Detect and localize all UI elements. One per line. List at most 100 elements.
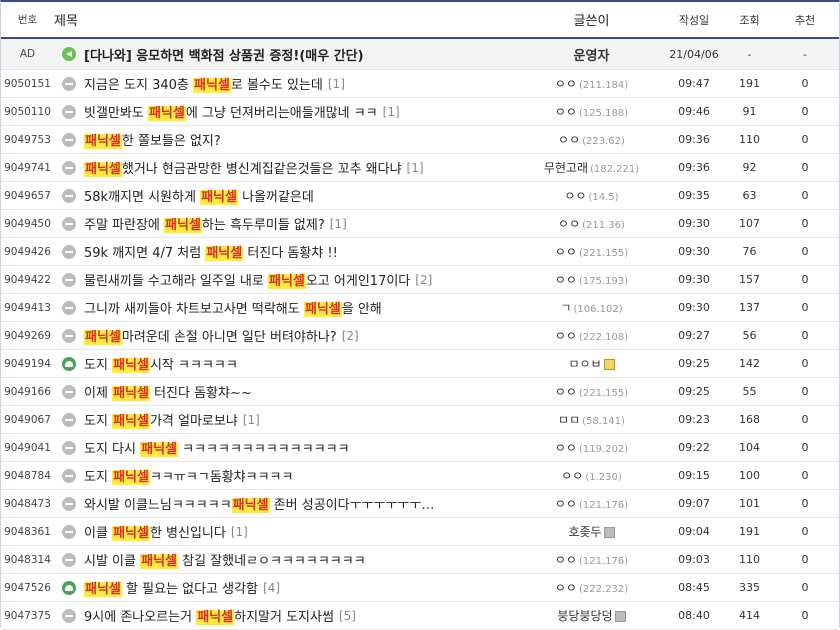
title-highlight: 패닉셀 <box>140 442 178 457</box>
table-row[interactable]: 9049166 이제 패닉셀 터진다 돔황챠~~ ㅇㅇ (221.155) 09:25 5… <box>1 377 839 406</box>
post-recommend: 0 <box>771 153 839 182</box>
writer-name[interactable]: ㅇㅇ <box>555 581 577 595</box>
writer-name[interactable]: ㅇㅇ <box>564 189 586 203</box>
post-date: 09:30 <box>660 265 728 294</box>
table-row[interactable]: 9049753 패닉셀한 쫄보들은 없지? ㅇㅇ (223.62) 09:36 110 0 <box>1 125 839 154</box>
comment-count[interactable]: [1] <box>407 161 424 175</box>
table-row[interactable]: 9049413 그니까 새끼들아 차트보고사면 떡락해도 패닉셀을 안해 ㄱ (106… <box>1 293 839 322</box>
comment-count[interactable]: [1] <box>231 525 248 539</box>
comment-count[interactable]: [1] <box>243 413 260 427</box>
table-row[interactable]: 9048784 도지 패닉셀ㅋㅋㅠㅋㄱ돔황챠ㅋㅋㅋㅋ ㅇㅇ (1.230) 09:15 1… <box>1 461 839 490</box>
post-views: 107 <box>728 209 771 238</box>
table-row[interactable]: 9047526 패닉셀 할 필요는 없다고 생각함 [4] ㅇㅇ (222.232) 08… <box>1 573 839 602</box>
table-row[interactable]: 9049269 패닉셀마려운데 손절 아니면 일단 버텨야하나? [2] ㅇㅇ (222… <box>1 321 839 350</box>
notice-title-link[interactable]: [다나와] 응모하면 백화점 상품권 증정!(매우 간단) <box>84 45 364 64</box>
notice-row[interactable]: AD [다나와] 응모하면 백화점 상품권 증정!(매우 간단) 운영자 21/… <box>1 38 839 70</box>
writer-name[interactable]: 붕당붕당덩 <box>557 609 612 623</box>
table-row[interactable]: 9049422 물린새끼들 수고해라 일주일 내로 패닉셀오고 어게인17이다 [2… <box>1 265 839 294</box>
table-row[interactable]: 9049041 도지 다시 패닉셀 ㅋㅋㅋㅋㅋㅋㅋㅋㅋㅋㅋㅋㅋㅋ ㅇㅇ (119.20… <box>1 433 839 462</box>
table-row[interactable]: 9048473 와시발 이클느님ㅋㅋㅋㅋㅋ패닉셀 존버 성공이다ㅜㅜㅜㅜㅜㅜ… ㅇㅇ… <box>1 489 839 518</box>
post-title-link[interactable]: 도지 패닉셀시작 ㅋㅋㅋㅋㅋ <box>84 354 238 373</box>
title-prefix: 이클 <box>84 526 113 541</box>
post-title-link[interactable]: 빗갤만봐도 패닉셀에 그냥 던져버리는애들개많네 ㅋㅋ <box>84 102 378 121</box>
writer-name[interactable]: ㅇㅇ <box>555 441 577 455</box>
writer-ip: (211.184) <box>578 80 629 91</box>
comment-count[interactable]: [2] <box>415 273 432 287</box>
post-recommend: 0 <box>771 237 839 266</box>
post-title-link[interactable]: 패닉셀 할 필요는 없다고 생각함 <box>84 578 258 597</box>
title-prefix: 도지 <box>84 358 113 373</box>
post-date: 09:30 <box>660 237 728 266</box>
post-title-link[interactable]: 패닉셀한 쫄보들은 없지? <box>84 130 221 149</box>
table-row[interactable]: 9048361 이클 패닉셀한 병신입니다 [1] 호좆두 09:04 191 0 <box>1 517 839 546</box>
writer-name[interactable]: ㅇㅇ <box>558 133 580 147</box>
post-views: 56 <box>728 321 771 350</box>
table-row[interactable]: 9050151 지금은 도지 340층 패닉셀로 볼수도 있는데 [1] ㅇㅇ (211… <box>1 69 839 98</box>
post-views: 142 <box>728 349 771 378</box>
writer-name[interactable]: ㅇㅇ <box>555 77 577 91</box>
post-num: 9049194 <box>1 349 54 378</box>
title-prefix: 9시에 존나오르는거 <box>84 610 197 625</box>
title-prefix: 시발 이클 <box>84 554 141 569</box>
table-row[interactable]: 9050110 빗갤만봐도 패닉셀에 그냥 던져버리는애들개많네 ㅋㅋ [1] ㅇㅇ(… <box>1 97 839 126</box>
writer-name[interactable]: ㅇㅇ <box>555 245 577 259</box>
comment-count[interactable]: [1] <box>330 217 347 231</box>
post-title-link[interactable]: 도지 패닉셀가격 얼마로보냐 <box>84 410 238 429</box>
post-title-link[interactable]: 주말 파란장에 패닉셀하는 흑두루미들 없제? <box>84 214 325 233</box>
post-title-link[interactable]: 그니까 새끼들아 차트보고사면 떡락해도 패닉셀을 안해 <box>84 298 382 317</box>
post-title-link[interactable]: 패닉셀마려운데 손절 아니면 일단 버텨야하나? <box>84 326 337 345</box>
table-row[interactable]: 9047375 9시에 존나오르는거 패닉셀하지말거 도지사썸 [5] 붕당붕당덩 08… <box>1 601 839 630</box>
writer-name[interactable]: 무현고래 <box>544 161 588 175</box>
writer-name[interactable]: ㄱ <box>560 301 571 315</box>
writer-name[interactable]: ㅁㅇㅂ <box>568 357 601 371</box>
writer-name[interactable]: ㅇㅇ <box>555 497 577 511</box>
writer-name[interactable]: ㅇㅇ <box>555 553 577 567</box>
post-title-link[interactable]: 이클 패닉셀한 병신입니다 <box>84 522 226 541</box>
header-views[interactable]: 조회 <box>728 2 771 39</box>
table-row[interactable]: 9049741 패닉셀했거나 현금관망한 병신계집같은것들은 꼬추 왜다냐 [1] 무… <box>1 153 839 182</box>
post-views: 76 <box>728 237 771 266</box>
post-title-link[interactable]: 도지 패닉셀ㅋㅋㅠㅋㄱ돔황챠ㅋㅋㅋㅋ <box>84 466 293 485</box>
chat-icon <box>62 328 76 343</box>
post-recommend: 0 <box>771 573 839 602</box>
writer-name[interactable]: ㅇㅇ <box>555 329 577 343</box>
comment-count[interactable]: [1] <box>383 105 400 119</box>
comment-count[interactable]: [4] <box>263 581 280 595</box>
post-recommend: 0 <box>771 293 839 322</box>
post-title-link[interactable]: 9시에 존나오르는거 패닉셀하지말거 도지사썸 <box>84 606 334 625</box>
comment-count[interactable]: [1] <box>328 77 345 91</box>
post-title-link[interactable]: 이제 패닉셀 터진다 돔황챠~~ <box>84 382 252 401</box>
post-title-link[interactable]: 58k깨지면 시원하게 패닉셀 나올꺼같은데 <box>84 186 314 205</box>
post-title-link[interactable]: 지금은 도지 340층 패닉셀로 볼수도 있는데 <box>84 74 323 93</box>
post-list-board: 번호 제목 글쓴이 작성일 조회 추천 AD [다나와] 응모하면 백화점 상품… <box>0 0 840 630</box>
table-row[interactable]: 9049067 도지 패닉셀가격 얼마로보냐 [1] ㅁㅁ (58.141) 09:23 1… <box>1 405 839 434</box>
post-title-link[interactable]: 시발 이클 패닉셀 참길 잘했네ㄹㅇㅋㅋㅋㅋㅋㅋㅋㅋ <box>84 550 366 569</box>
header-recommend[interactable]: 추천 <box>771 2 839 39</box>
comment-count[interactable]: [5] <box>339 609 356 623</box>
table-row[interactable]: 9049657 58k깨지면 시원하게 패닉셀 나올꺼같은데 ㅇㅇ (14.5) 09:… <box>1 181 839 210</box>
writer-name[interactable]: ㅁㅁ <box>558 413 580 427</box>
title-prefix: 빗갤만봐도 <box>84 106 148 121</box>
post-views: 63 <box>728 181 771 210</box>
post-date: 09:30 <box>660 293 728 322</box>
table-row[interactable]: 9049450 주말 파란장에 패닉셀하는 흑두루미들 없제? [1] ㅇㅇ (211.… <box>1 209 839 238</box>
post-title-link[interactable]: 와시발 이클느님ㅋㅋㅋㅋㅋ패닉셀 존버 성공이다ㅜㅜㅜㅜㅜㅜ… <box>84 494 434 513</box>
table-row[interactable]: 9049426 59k 깨지면 4/7 처럼 패닉셀 터진다 돔황챠 !! ㅇㅇ (2… <box>1 237 839 266</box>
notice-writer[interactable]: 운영자 <box>574 49 610 64</box>
writer-name[interactable]: ㅇㅇ <box>561 469 583 483</box>
post-title-link[interactable]: 패닉셀했거나 현금관망한 병신계집같은것들은 꼬추 왜다냐 <box>84 158 402 177</box>
writer-name[interactable]: ㅇㅇ <box>555 105 577 119</box>
title-suffix: 터진다 돔황챠 !! <box>243 246 338 261</box>
post-title-link[interactable]: 59k 깨지면 4/7 처럼 패닉셀 터진다 돔황챠 !! <box>84 242 338 261</box>
writer-name[interactable]: ㅇㅇ <box>555 385 577 399</box>
comment-count[interactable]: [2] <box>342 329 359 343</box>
table-row[interactable]: 9049194 도지 패닉셀시작 ㅋㅋㅋㅋㅋ ㅁㅇㅂ 09:25 142 0 <box>1 349 839 378</box>
post-title-link[interactable]: 도지 다시 패닉셀 ㅋㅋㅋㅋㅋㅋㅋㅋㅋㅋㅋㅋㅋㅋ <box>84 438 350 457</box>
writer-name[interactable]: ㅇㅇ <box>555 273 577 287</box>
post-title-link[interactable]: 물린새끼들 수고해라 일주일 내로 패닉셀오고 어게인17이다 <box>84 270 410 289</box>
table-row[interactable]: 9048314 시발 이클 패닉셀 참길 잘했네ㄹㅇㅋㅋㅋㅋㅋㅋㅋㅋ ㅇㅇ (121.… <box>1 545 839 574</box>
title-prefix: 이제 <box>84 386 113 401</box>
writer-name[interactable]: 호좆두 <box>568 525 601 539</box>
writer-ip: (175.193) <box>578 276 629 287</box>
writer-name[interactable]: ㅇㅇ <box>558 217 580 231</box>
